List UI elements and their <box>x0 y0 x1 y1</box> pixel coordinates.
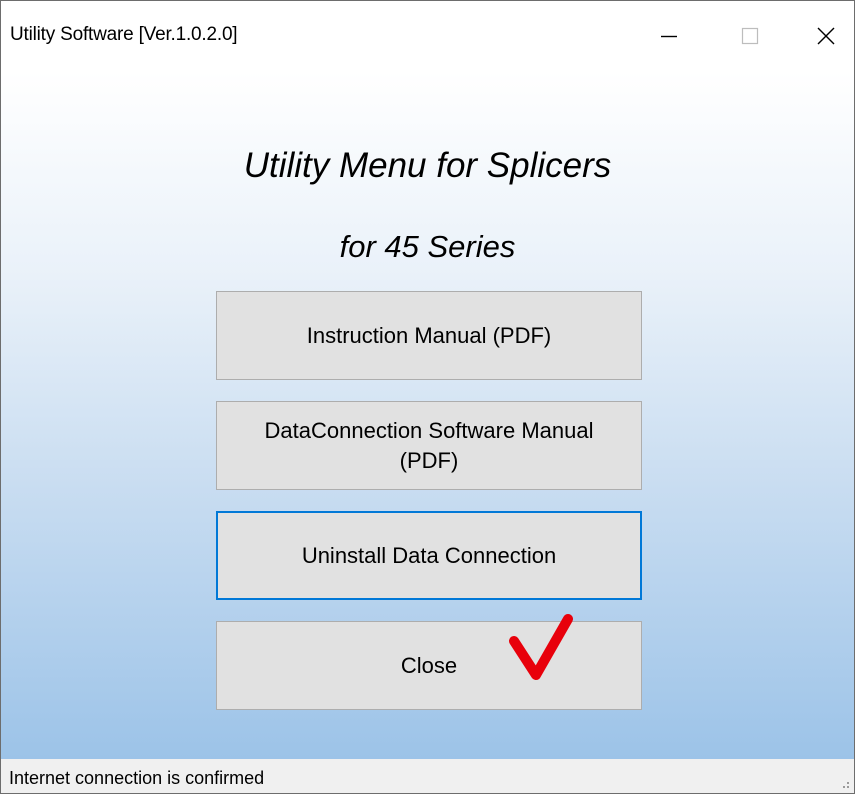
window-title: Utility Software [Ver.1.0.2.0] <box>10 24 238 45</box>
resize-grip-icon[interactable] <box>838 777 850 789</box>
close-icon <box>817 27 835 45</box>
status-bar: Internet connection is confirmed <box>1 759 854 793</box>
dataconnection-manual-button[interactable]: DataConnection Software Manual (PDF) <box>216 401 642 490</box>
close-button[interactable]: Close <box>216 621 642 710</box>
utility-window: Utility Software [Ver.1.0.2.0] Utility M… <box>0 0 855 794</box>
close-window-button[interactable] <box>786 1 854 71</box>
uninstall-data-connection-button[interactable]: Uninstall Data Connection <box>216 511 642 600</box>
minimize-button[interactable] <box>629 1 709 71</box>
instruction-manual-button[interactable]: Instruction Manual (PDF) <box>216 291 642 380</box>
maximize-icon <box>741 27 759 45</box>
minimize-icon <box>661 35 677 38</box>
main-panel: Utility Menu for Splicers for 45 Series … <box>1 71 854 759</box>
red-checkmark-icon <box>509 614 573 680</box>
status-text: Internet connection is confirmed <box>9 768 265 788</box>
page-subtitle: for 45 Series <box>339 229 516 264</box>
title-bar: Utility Software [Ver.1.0.2.0] <box>1 1 854 71</box>
maximize-button[interactable] <box>709 1 789 71</box>
page-title: Utility Menu for Splicers <box>243 146 612 185</box>
